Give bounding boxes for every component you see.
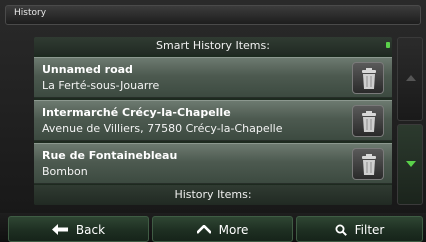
more-button[interactable]: More	[152, 216, 293, 242]
item-address: La Ferté-sous-Jouarre	[42, 79, 160, 92]
delete-button[interactable]	[352, 62, 384, 94]
scroll-up-button[interactable]	[397, 37, 423, 121]
trash-icon	[362, 111, 376, 132]
back-button[interactable]: Back	[8, 216, 149, 242]
back-label: Back	[75, 222, 106, 237]
arrow-left-icon	[51, 224, 68, 235]
list-item[interactable]: Intermarché Crécy-la-Chapelle Avenue de …	[34, 100, 392, 141]
filter-button[interactable]: Filter	[296, 216, 423, 242]
item-name: Rue de Fontainebleau	[42, 149, 178, 162]
delete-button[interactable]	[352, 148, 384, 180]
page-title: History	[14, 8, 47, 18]
arrow-up-icon	[406, 75, 416, 81]
list-item[interactable]: Rue de Fontainebleau Bombon	[34, 143, 392, 184]
list-item[interactable]: Unnamed road La Ferté-sous-Jouarre	[34, 57, 392, 98]
arrow-down-icon	[406, 161, 416, 167]
trash-icon	[362, 154, 376, 175]
scroll-position-indicator	[386, 42, 390, 48]
item-name: Intermarché Crécy-la-Chapelle	[42, 106, 231, 119]
more-label: More	[218, 222, 249, 237]
item-address: Avenue de Villiers, 77580 Crécy-la-Chape…	[42, 122, 283, 135]
chevron-up-icon	[196, 225, 211, 234]
history-items-header: History Items:	[34, 185, 392, 205]
item-name: Unnamed road	[42, 63, 133, 76]
item-address: Bombon	[42, 165, 88, 178]
trash-icon	[362, 68, 376, 89]
history-list: Smart History Items: Unnamed road La Fer…	[34, 37, 392, 205]
delete-button[interactable]	[352, 105, 384, 137]
magnifier-icon	[335, 224, 347, 236]
filter-label: Filter	[354, 222, 385, 237]
history-screen: History Smart History Items: Unnamed roa…	[0, 0, 426, 242]
scroll-down-button[interactable]	[397, 124, 423, 205]
smart-history-header: Smart History Items:	[34, 37, 392, 55]
title-bar: History	[5, 5, 421, 25]
